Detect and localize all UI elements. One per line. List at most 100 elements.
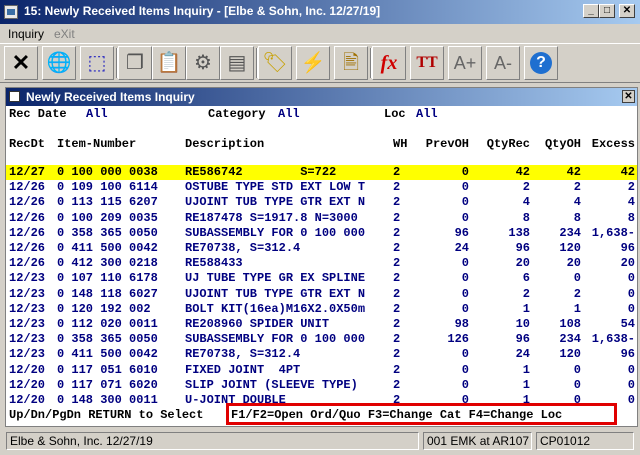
column-header-item-number: Item-Number bbox=[57, 137, 137, 151]
cell-recdt: 12/26 bbox=[9, 195, 46, 210]
inquiry-close-button[interactable]: ✕ bbox=[622, 90, 635, 103]
cell-excess: 1,638- bbox=[591, 332, 635, 347]
cell-qtyoh: 8 bbox=[573, 210, 581, 225]
cell-item-number: 0 117 071 6020 bbox=[57, 377, 158, 392]
cell-qtyrec: 2 bbox=[522, 180, 530, 195]
table-row[interactable]: 12/26 0 412 300 0218 RE588433 2 0 20 20 20 bbox=[6, 256, 637, 271]
cell-wh: 2 bbox=[393, 286, 401, 301]
cell-description: RE208960 SPIDER UNIT bbox=[185, 317, 330, 331]
table-row[interactable]: 12/23 0 411 500 0042 RE70738, S=312.4 2 0 24 1… bbox=[6, 347, 637, 362]
cell-item-number: 0 113 115 6207 bbox=[57, 195, 158, 210]
cell-wh: 2 bbox=[393, 317, 401, 331]
cell-recdt: 12/26 bbox=[9, 241, 46, 255]
cell-qtyrec: 6 bbox=[522, 271, 530, 286]
cell-qtyoh: 42 bbox=[566, 165, 581, 179]
help-button[interactable]: ? bbox=[524, 46, 558, 80]
cell-qtyrec: 96 bbox=[515, 241, 530, 255]
cell-wh: 2 bbox=[393, 377, 401, 392]
cell-description: BOLT KIT(16ea)M16X2.0X50m bbox=[185, 301, 366, 316]
filter-category-label: Category bbox=[208, 107, 266, 121]
cell-qtyoh: 234 bbox=[559, 225, 581, 240]
cell-excess: 0 bbox=[627, 271, 635, 286]
cell-excess: 0 bbox=[627, 377, 635, 392]
tag-chain-button[interactable]: 🏷 bbox=[258, 46, 292, 80]
select-box-button[interactable]: ⬚ bbox=[80, 46, 114, 80]
table-row[interactable]: 12/26 0 411 500 0042 RE70738, S=312.4 2 24 96… bbox=[6, 241, 637, 256]
table-row[interactable]: 12/20 0 117 051 6010 FIXED JOINT 4PT 2 0 1 0 0 bbox=[6, 363, 637, 378]
cell-description: RE588433 bbox=[185, 256, 243, 271]
cell-qtyrec: 42 bbox=[515, 165, 530, 179]
nav-hint: Up/Dn/PgDn RETURN to Select bbox=[9, 408, 204, 422]
cell-excess: 8 bbox=[627, 210, 635, 225]
cell-recdt: 12/27 bbox=[9, 165, 46, 179]
globe-button[interactable]: 🌐 bbox=[42, 46, 76, 80]
cell-excess: 2 bbox=[627, 180, 635, 195]
document-button[interactable]: ▤ bbox=[220, 46, 254, 80]
cell-qtyrec: 24 bbox=[515, 347, 530, 362]
cell-excess: 20 bbox=[620, 256, 635, 271]
table-row[interactable]: 12/26 0 358 365 0050 SUBASSEMBLY FOR 0 100… bbox=[6, 226, 637, 241]
table-row[interactable]: 12/26 0 109 100 6114 OSTUBE TYPE STD EXT L… bbox=[6, 180, 637, 195]
cell-qtyrec: 20 bbox=[515, 256, 530, 271]
cell-prevoh: 0 bbox=[461, 271, 469, 286]
copy-button[interactable]: ❐ bbox=[118, 46, 152, 80]
cell-excess: 1,638- bbox=[591, 225, 635, 240]
cell-qtyrec: 8 bbox=[522, 210, 530, 225]
table-row[interactable]: 12/23 0 120 192 002 BOLT KIT(16ea)M16X2.0X… bbox=[6, 302, 637, 317]
table-row[interactable]: 12/23 0 112 020 0011 RE208960 SPIDER UNIT 2… bbox=[6, 317, 637, 332]
function-keys-highlight bbox=[226, 403, 617, 425]
font-type-button[interactable]: TT bbox=[410, 46, 444, 80]
cell-prevoh: 0 bbox=[461, 210, 469, 225]
cell-qtyoh: 2 bbox=[573, 286, 581, 301]
cell-excess: 42 bbox=[620, 165, 635, 179]
maximize-button[interactable]: □ bbox=[599, 4, 615, 18]
cell-item-number: 0 411 500 0042 bbox=[57, 241, 158, 255]
table-row[interactable]: 12/27 0 100 000 0038 RE586742 S=722 2 0 42 42 4… bbox=[6, 165, 637, 180]
cell-qtyrec: 138 bbox=[508, 225, 530, 240]
font-increase-button[interactable]: A+ bbox=[448, 46, 482, 80]
cell-recdt: 12/23 bbox=[9, 271, 46, 286]
filter-recdate-value[interactable]: All bbox=[86, 107, 108, 121]
filter-category-value[interactable]: All bbox=[278, 107, 300, 121]
close-x-button[interactable]: ✕ bbox=[4, 46, 38, 80]
cell-recdt: 12/26 bbox=[9, 256, 46, 271]
paste-button[interactable]: 📋 bbox=[152, 46, 186, 80]
minimize-button[interactable]: _ bbox=[583, 4, 599, 18]
cell-description: FIXED JOINT 4PT bbox=[185, 362, 301, 377]
cell-recdt: 12/23 bbox=[9, 332, 46, 347]
table-row[interactable]: 12/26 0 113 115 6207 UJOINT TUB TYPE GTR E… bbox=[6, 195, 637, 210]
cell-item-number: 0 100 000 0038 bbox=[57, 165, 158, 179]
menu-inquiry[interactable]: Inquiry bbox=[8, 27, 44, 41]
table-row[interactable]: 12/20 0 117 071 6020 SLIP JOINT (SLEEVE TY… bbox=[6, 378, 637, 393]
cell-item-number: 0 358 365 0050 bbox=[57, 225, 158, 240]
settings-gear-button[interactable]: ⚙ bbox=[186, 46, 220, 80]
cell-wh: 2 bbox=[393, 301, 401, 316]
copy-icon: ❐ bbox=[126, 52, 144, 74]
cell-item-number: 0 112 020 0011 bbox=[57, 317, 158, 331]
cell-wh: 2 bbox=[393, 241, 401, 255]
cell-prevoh: 24 bbox=[454, 241, 469, 255]
cell-qtyoh: 120 bbox=[559, 241, 581, 255]
toolbar-separator bbox=[116, 48, 118, 78]
table-row[interactable]: 12/26 0 100 209 0035 RE187478 S=1917.8 N=3… bbox=[6, 211, 637, 226]
cell-item-number: 0 412 300 0218 bbox=[57, 256, 158, 271]
cell-prevoh: 0 bbox=[461, 180, 469, 195]
cell-description: RE70738, S=312.4 bbox=[185, 241, 301, 255]
function-fx-button[interactable]: fx bbox=[372, 46, 406, 80]
menu-exit[interactable]: eXit bbox=[54, 27, 75, 41]
lightning-button[interactable]: ⚡ bbox=[296, 46, 330, 80]
table-row[interactable]: 12/23 0 107 110 6178 UJ TUBE TYPE GR EX SP… bbox=[6, 271, 637, 286]
cell-recdt: 12/23 bbox=[9, 286, 46, 301]
cell-wh: 2 bbox=[393, 225, 401, 240]
cell-qtyoh: 1 bbox=[573, 301, 581, 316]
table-row[interactable]: 12/23 0 148 118 6027 UJOINT TUB TYPE GTR E… bbox=[6, 287, 637, 302]
close-button[interactable]: ✕ bbox=[619, 4, 635, 18]
cell-item-number: 0 120 192 002 bbox=[57, 301, 151, 316]
report-edit-button[interactable]: 🖹 bbox=[334, 46, 368, 80]
filter-loc-value[interactable]: All bbox=[416, 107, 438, 121]
status-user: 001 EMK at AR107 bbox=[423, 432, 532, 450]
table-row[interactable]: 12/23 0 358 365 0050 SUBASSEMBLY FOR 0 100… bbox=[6, 332, 637, 347]
cell-qtyoh: 0 bbox=[573, 362, 581, 377]
font-decrease-button[interactable]: A- bbox=[486, 46, 520, 80]
cell-wh: 2 bbox=[393, 362, 401, 377]
